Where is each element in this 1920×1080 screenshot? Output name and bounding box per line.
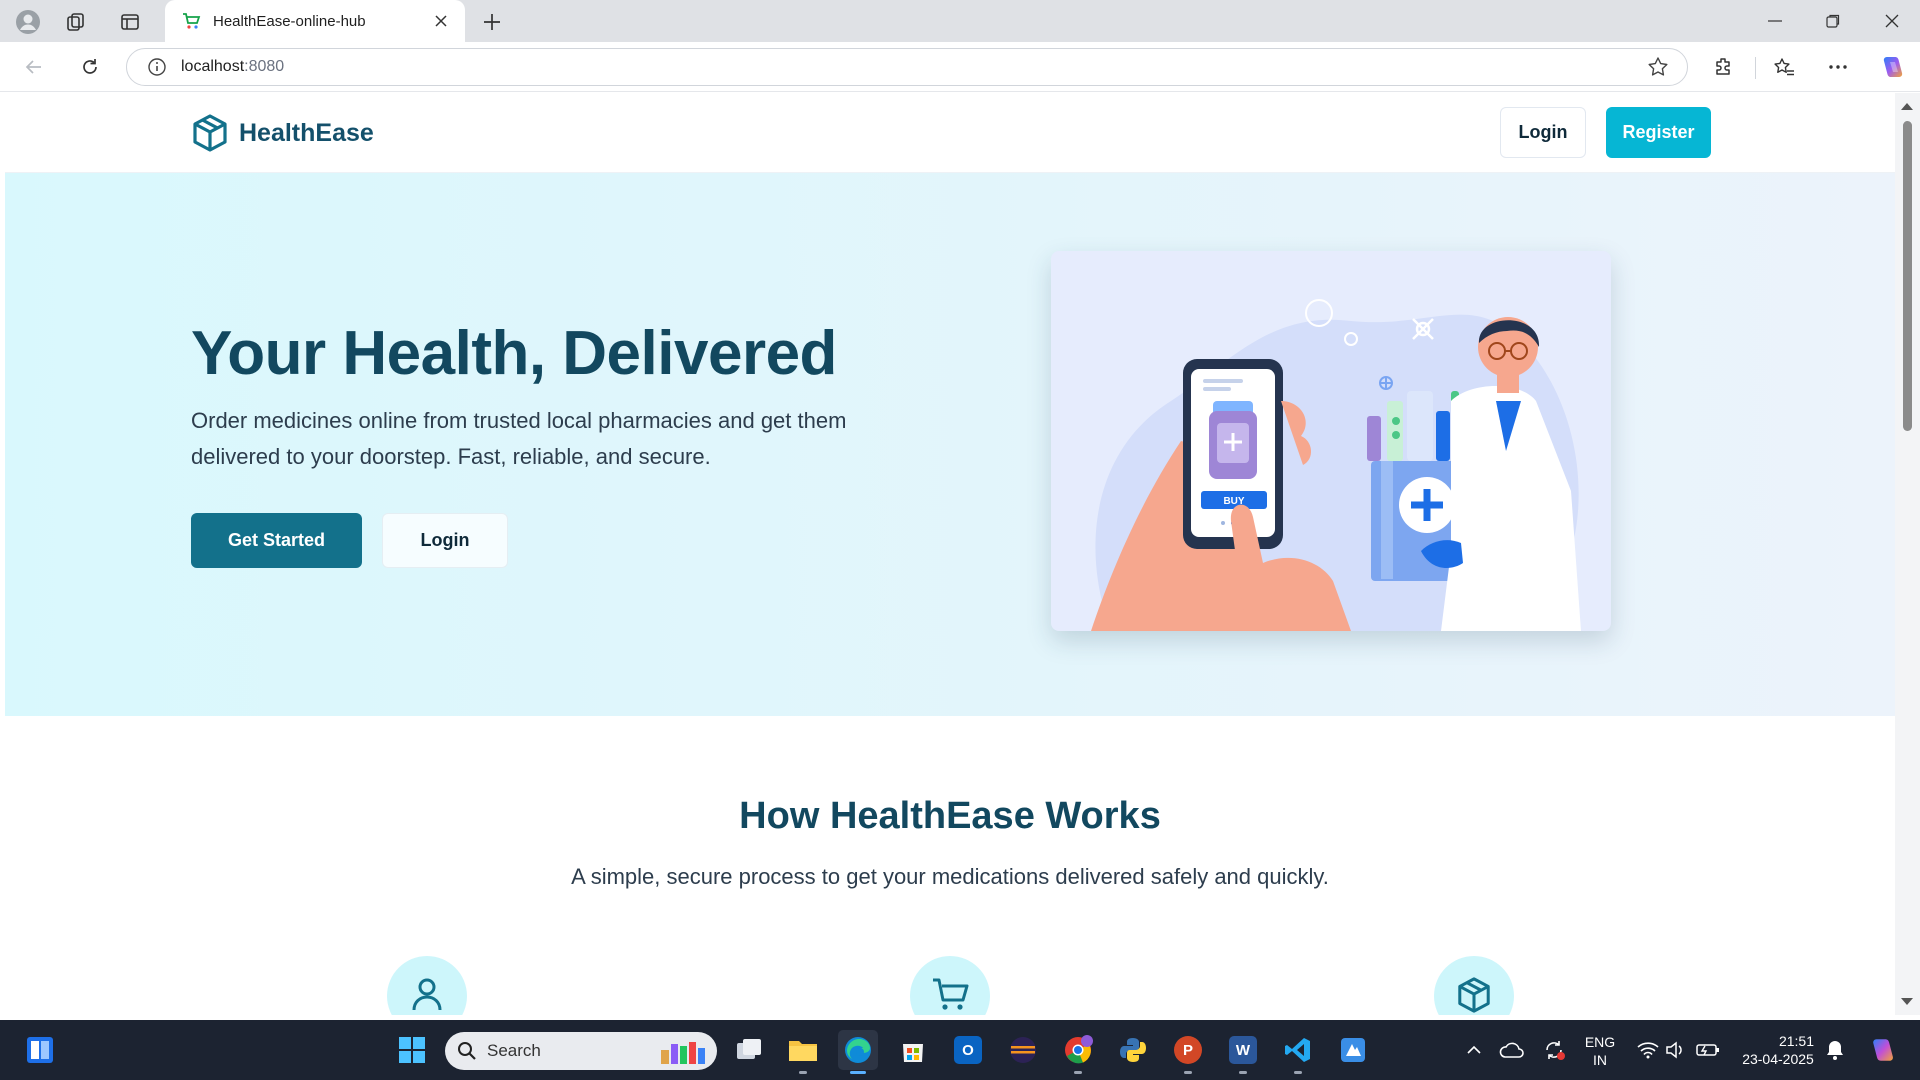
chrome-icon[interactable] [1058, 1030, 1098, 1074]
word-icon[interactable]: W [1223, 1030, 1263, 1074]
widgets-icon[interactable] [20, 1030, 60, 1070]
refresh-icon[interactable] [72, 51, 108, 83]
workspaces-icon[interactable] [58, 8, 94, 36]
header-register-button[interactable]: Register [1606, 107, 1711, 158]
notifications-bell-icon[interactable] [1815, 1030, 1855, 1070]
onedrive-icon[interactable] [1492, 1030, 1532, 1070]
toolbar-divider [1755, 57, 1756, 79]
site-header: HealthEase Login Register [5, 93, 1895, 173]
hero-section: Your Health, Delivered Order medicines o… [5, 173, 1895, 716]
search-icon [457, 1041, 477, 1061]
scroll-up-arrow-icon[interactable] [1901, 103, 1913, 110]
healthease-favicon-icon [181, 11, 201, 31]
active-tab[interactable]: HealthEase-online-hub [165, 0, 465, 42]
show-hidden-icons-icon[interactable] [1454, 1030, 1494, 1070]
extensions-icon[interactable] [1706, 51, 1742, 83]
url-field[interactable]: localhost:8080 [126, 48, 1688, 86]
new-tab-icon[interactable] [476, 7, 508, 37]
windows-taskbar: Search O P W ENG IN 21:51 23-04-2025 [0, 1020, 1920, 1080]
clock-time: 21:51 [1778, 1033, 1814, 1049]
clock[interactable]: 21:51 23-04-2025 [1728, 1032, 1828, 1068]
browser-address-bar: localhost:8080 [0, 42, 1920, 92]
hero-title: Your Health, Delivered [191, 319, 837, 388]
profile-icon[interactable] [10, 8, 46, 36]
back-arrow-icon[interactable] [16, 51, 52, 83]
word-tile: W [1229, 1036, 1257, 1064]
more-menu-icon[interactable] [1820, 51, 1856, 83]
close-window-icon[interactable] [1864, 0, 1920, 42]
python-icon[interactable] [1113, 1030, 1153, 1070]
step-user-icon [387, 956, 467, 1015]
site-info-icon[interactable] [147, 57, 167, 77]
url-text: localhost:8080 [181, 58, 284, 76]
vscode-icon[interactable] [1278, 1030, 1318, 1074]
region-code: IN [1593, 1052, 1607, 1068]
search-highlight-books-icon [651, 1036, 711, 1066]
start-windows-icon[interactable] [392, 1030, 432, 1070]
tab-title: HealthEase-online-hub [213, 12, 366, 30]
sync-icon[interactable] [1534, 1030, 1574, 1070]
brand-logo[interactable]: HealthEase [191, 113, 374, 153]
restore-icon[interactable] [1805, 0, 1861, 42]
search-placeholder: Search [487, 1041, 541, 1060]
copilot-taskbar-icon[interactable] [1862, 1030, 1902, 1070]
running-indicator [1074, 1071, 1082, 1074]
hero-login-button[interactable]: Login [382, 513, 508, 568]
powerpoint-tile: P [1174, 1036, 1202, 1064]
brand-name: HealthEase [239, 118, 374, 147]
running-indicator [850, 1071, 866, 1074]
running-indicator [1184, 1071, 1192, 1074]
how-it-works-title: How HealthEase Works [739, 795, 1161, 837]
running-indicator [799, 1071, 807, 1074]
azure-data-studio-icon[interactable] [1333, 1030, 1373, 1070]
page-scrollbar[interactable] [1895, 93, 1920, 1015]
edge-browser-icon[interactable] [838, 1030, 878, 1074]
page-viewport: HealthEase Login Register Your Health, D… [5, 93, 1895, 1015]
outlook-icon[interactable]: O [948, 1030, 988, 1070]
step-cart-icon [910, 956, 990, 1015]
box-logo-icon [191, 113, 229, 153]
scroll-down-arrow-icon[interactable] [1901, 998, 1913, 1005]
language-indicator[interactable]: ENG IN [1578, 1033, 1622, 1069]
microsoft-store-icon[interactable] [893, 1030, 933, 1070]
url-host: localhost [181, 58, 245, 75]
header-login-button[interactable]: Login [1500, 107, 1586, 158]
url-port: :8080 [244, 58, 285, 75]
copilot-icon[interactable] [1874, 51, 1910, 83]
outlook-tile: O [954, 1036, 982, 1064]
powerpoint-icon[interactable]: P [1168, 1030, 1208, 1074]
browser-tab-bar: HealthEase-online-hub [0, 0, 1920, 42]
favorites-icon[interactable] [1766, 51, 1802, 83]
running-indicator [1239, 1071, 1247, 1074]
close-tab-icon[interactable] [429, 9, 453, 33]
clock-date: 23-04-2025 [1742, 1051, 1814, 1067]
hero-subtitle: Order medicines online from trusted loca… [191, 408, 847, 469]
get-started-button[interactable]: Get Started [191, 513, 362, 568]
hero-illustration: BUY [1051, 251, 1611, 631]
taskbar-search-box[interactable]: Search [445, 1032, 717, 1070]
task-view-icon[interactable] [729, 1030, 769, 1070]
how-it-works-subtitle: A simple, secure process to get your med… [571, 864, 1329, 889]
file-explorer-icon[interactable] [783, 1030, 823, 1074]
battery-icon[interactable] [1688, 1030, 1728, 1070]
eclipse-icon[interactable] [1003, 1030, 1043, 1070]
scrollbar-thumb[interactable] [1903, 121, 1912, 431]
language-code: ENG [1584, 1034, 1616, 1050]
step-box-icon [1434, 956, 1514, 1015]
favorite-star-icon[interactable] [1647, 56, 1669, 78]
running-indicator [1294, 1071, 1302, 1074]
vertical-tabs-icon[interactable] [112, 8, 148, 36]
minimize-icon[interactable] [1747, 0, 1803, 42]
